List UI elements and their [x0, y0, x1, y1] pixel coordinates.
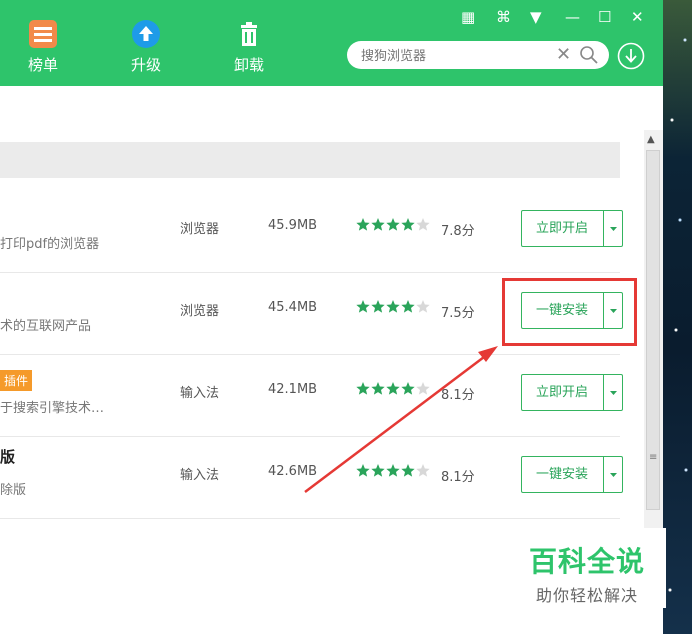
action-button-group: 立即开启	[521, 210, 623, 247]
rating-star	[371, 382, 385, 395]
header-bar: 榜单 升级 卸载 ▦ ⌘ ▼ — ☐ ✕ 搜狗浏览器 ✕	[0, 0, 663, 86]
chevron-down-icon[interactable]	[604, 375, 623, 410]
plugin-badge: 插件	[0, 370, 33, 391]
rating-star	[356, 464, 370, 477]
chevron-down-icon[interactable]	[604, 457, 623, 492]
software-category: 浏览器	[180, 222, 220, 237]
rating-stars	[356, 464, 430, 477]
scroll-up-icon[interactable]: ▲	[647, 134, 655, 145]
rating-stars	[356, 218, 430, 231]
watermark-title: 百科全说	[528, 545, 645, 578]
watermark-subtitle: 助你轻松解决	[535, 586, 638, 605]
install-button[interactable]: 一键安装	[522, 457, 602, 492]
rating-star	[356, 300, 370, 313]
settings-icon[interactable]: ⌘	[496, 8, 511, 26]
software-title: 版	[0, 448, 16, 466]
rating-star	[386, 464, 400, 477]
maximize-icon[interactable]: ☐	[598, 8, 611, 26]
rating-star	[386, 300, 400, 313]
rating-star	[401, 300, 415, 313]
nav-upgrade[interactable]: 升级	[111, 20, 181, 75]
action-button-group: 一键安装	[521, 456, 623, 493]
rating-star	[371, 300, 385, 313]
menu-dropdown-icon[interactable]: ▼	[530, 8, 542, 26]
software-score: 7.8分	[441, 224, 475, 239]
software-size: 42.1MB	[268, 382, 318, 397]
trash-icon	[235, 20, 263, 48]
rating-star	[416, 464, 430, 477]
software-category: 输入法	[180, 386, 220, 401]
search-input[interactable]	[359, 45, 543, 67]
download-manager-icon[interactable]	[617, 42, 645, 70]
nav-uninstall[interactable]: 卸载	[214, 20, 284, 75]
rating-star	[371, 464, 385, 477]
minimize-icon[interactable]: —	[565, 8, 580, 26]
software-row: 版 除版 输入法 42.6MB 8.1分 一键安装	[0, 436, 623, 519]
software-size: 45.9MB	[268, 218, 318, 233]
rating-star	[386, 218, 400, 231]
rating-star	[371, 218, 385, 231]
software-score: 8.1分	[441, 388, 475, 403]
rating-star	[356, 218, 370, 231]
scroll-grip-icon: ≡	[649, 452, 658, 463]
software-category: 浏览器	[180, 304, 220, 319]
rating-star	[416, 300, 430, 313]
software-row: 打印pdf的浏览器 浏览器 45.9MB 7.8分 立即开启	[0, 190, 623, 273]
software-description: 打印pdf的浏览器	[0, 237, 100, 252]
rating-stars	[356, 300, 430, 313]
ranking-icon	[29, 20, 57, 48]
list-header-bar	[0, 142, 620, 178]
search-icon[interactable]	[579, 45, 599, 65]
nav-upgrade-label: 升级	[130, 56, 161, 74]
highlight-box	[502, 278, 637, 346]
software-category: 输入法	[180, 468, 220, 483]
upgrade-arrow-icon	[132, 20, 160, 48]
software-score: 8.1分	[441, 470, 475, 485]
rating-star	[416, 382, 430, 395]
rating-star	[401, 218, 415, 231]
search-box: ✕	[347, 41, 609, 69]
close-icon[interactable]: ✕	[631, 8, 644, 26]
software-description: 术的互联网产品	[0, 319, 92, 334]
software-size: 42.6MB	[268, 464, 318, 479]
watermark-logo: 百科全说 助你轻松解决	[508, 528, 666, 608]
software-description: 除版	[0, 483, 27, 498]
software-description: 于搜索引擎技术…	[0, 401, 105, 416]
rating-stars	[356, 382, 430, 395]
software-score: 7.5分	[441, 306, 475, 321]
rating-star	[386, 382, 400, 395]
nav-rank-label: 榜单	[27, 56, 58, 74]
chevron-down-icon[interactable]	[604, 211, 623, 246]
open-button[interactable]: 立即开启	[522, 211, 602, 246]
software-size: 45.4MB	[268, 300, 318, 315]
nav-uninstall-label: 卸载	[233, 56, 264, 74]
rating-star	[401, 382, 415, 395]
skin-icon[interactable]: ▦	[461, 8, 475, 26]
rating-star	[401, 464, 415, 477]
rating-star	[356, 382, 370, 395]
nav-rank[interactable]: 榜单	[8, 20, 78, 75]
open-button[interactable]: 立即开启	[522, 375, 602, 410]
action-button-group: 立即开启	[521, 374, 623, 411]
clear-icon[interactable]: ✕	[556, 44, 571, 65]
software-row: 插件 于搜索引擎技术… 输入法 42.1MB 8.1分 立即开启	[0, 354, 623, 437]
rating-star	[416, 218, 430, 231]
